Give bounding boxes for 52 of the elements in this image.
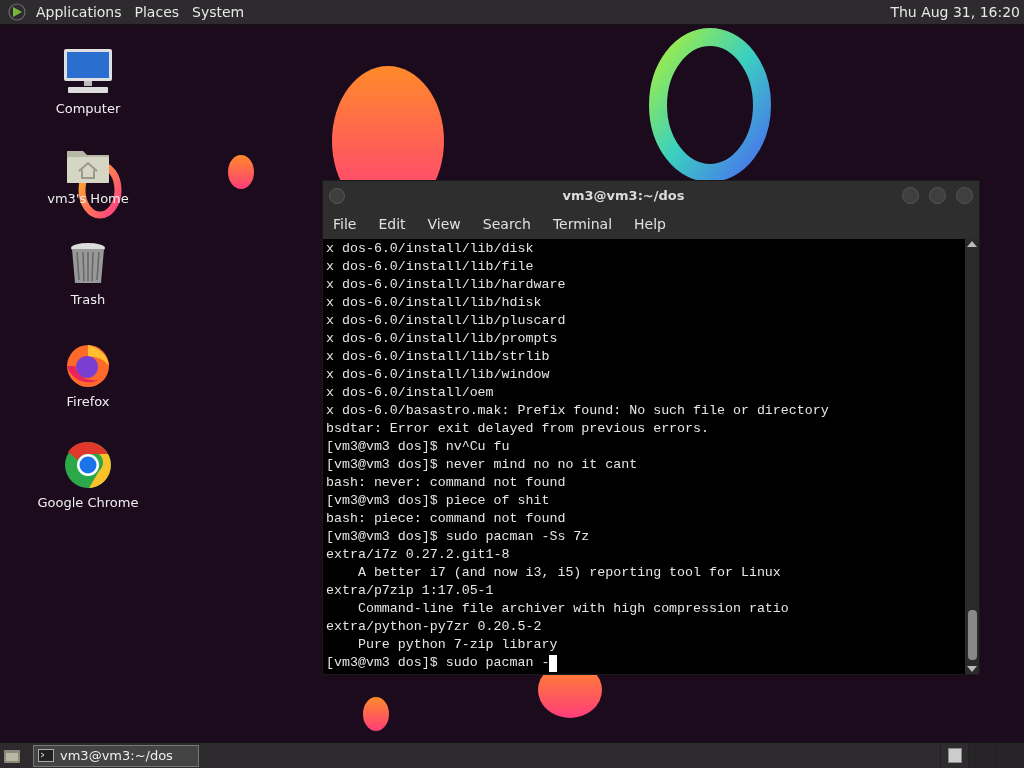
- terminal-line: x dos-6.0/install/lib/window: [326, 366, 551, 384]
- menu-item[interactable]: Terminal: [546, 214, 619, 235]
- terminal-line: x dos-6.0/basastro.mak: Prefix found: No such file or directory: [326, 402, 830, 420]
- terminal-line: extra/i7z 0.27.2.git1-8: [326, 546, 511, 564]
- terminal-line: x dos-6.0/install/oem: [326, 384, 495, 402]
- terminal-line: [vm3@vm3 dos]$ never mind no no it cant: [326, 456, 639, 474]
- terminal-line: extra/python-py7zr 0.20.5-2: [326, 618, 543, 636]
- terminal-line: bash: piece: command not found: [326, 510, 567, 528]
- terminal-line: x dos-6.0/install/lib/disk: [326, 240, 535, 258]
- menu-item[interactable]: Search: [476, 214, 537, 235]
- terminal-icon: [38, 749, 54, 762]
- terminal-line: [vm3@vm3 dos]$ piece of shit: [326, 492, 551, 510]
- terminal-line: Pure python 7-zip library: [356, 636, 559, 654]
- show-desktop-icon[interactable]: [3, 747, 21, 764]
- desktop-icon-label[interactable]: Trash: [70, 290, 106, 310]
- maximize-button[interactable]: [929, 187, 946, 204]
- menu-item[interactable]: File: [327, 214, 363, 235]
- terminal-line: x dos-6.0/install/lib/hardware: [326, 276, 567, 294]
- terminal-prompt: [vm3@vm3 dos]$ sudo pacman -: [326, 654, 550, 672]
- terminal-line: x dos-6.0/install/lib/strlib: [326, 348, 551, 366]
- terminal-line: A better i7 (and now i3, i5) reporting tool for Linux: [356, 564, 782, 582]
- menu-item[interactable]: View: [421, 214, 467, 235]
- menu-item[interactable]: Edit: [372, 214, 412, 235]
- terminal-line: x dos-6.0/install/lib/pluscard: [326, 312, 567, 330]
- terminal-line: x dos-6.0/install/lib/prompts: [326, 330, 559, 348]
- terminal-line: [vm3@vm3 dos]$ nv^Cu fu: [326, 438, 511, 456]
- window-title: vm3@vm3:~/dos: [562, 186, 685, 205]
- minimize-button[interactable]: [902, 187, 919, 204]
- panel-menu[interactable]: Places: [130, 1, 184, 23]
- desktop-icon-label[interactable]: Computer: [55, 99, 121, 119]
- workspace-switcher[interactable]: [996, 743, 1024, 768]
- trash-icon: [69, 242, 107, 286]
- panel-menu[interactable]: Applications: [32, 1, 126, 23]
- panel-menu[interactable]: System: [188, 1, 249, 23]
- window-menu-button[interactable]: [329, 187, 345, 204]
- terminal-line: x dos-6.0/install/lib/file: [326, 258, 535, 276]
- terminal-line: x dos-6.0/install/lib/hdisk: [326, 294, 543, 312]
- taskbar-button[interactable]: vm3@vm3:~/dos: [33, 744, 199, 767]
- menu-item[interactable]: Help: [628, 214, 672, 235]
- terminal-line: bash: never: command not found: [326, 474, 567, 492]
- computer-icon: [62, 47, 114, 95]
- terminal-line: [vm3@vm3 dos]$ sudo pacman -Ss 7z: [326, 528, 591, 546]
- browser-icon: [64, 441, 112, 489]
- workspace-switcher[interactable]: [968, 743, 996, 768]
- close-button[interactable]: [956, 187, 973, 204]
- terminal-line: Command-line file archiver with high compression ratio: [356, 600, 790, 618]
- clock[interactable]: Thu Aug 31, 16:20: [890, 1, 1020, 23]
- desktop-icon-label[interactable]: Firefox: [66, 391, 110, 411]
- terminal-line: bsdtar: Error exit delayed from previous errors.: [326, 420, 710, 438]
- menu-logo-icon[interactable]: [8, 3, 26, 21]
- terminal-line: extra/p7zip 1:17.05-1: [326, 582, 495, 600]
- desktop-icon-label[interactable]: Google Chrome: [37, 493, 139, 513]
